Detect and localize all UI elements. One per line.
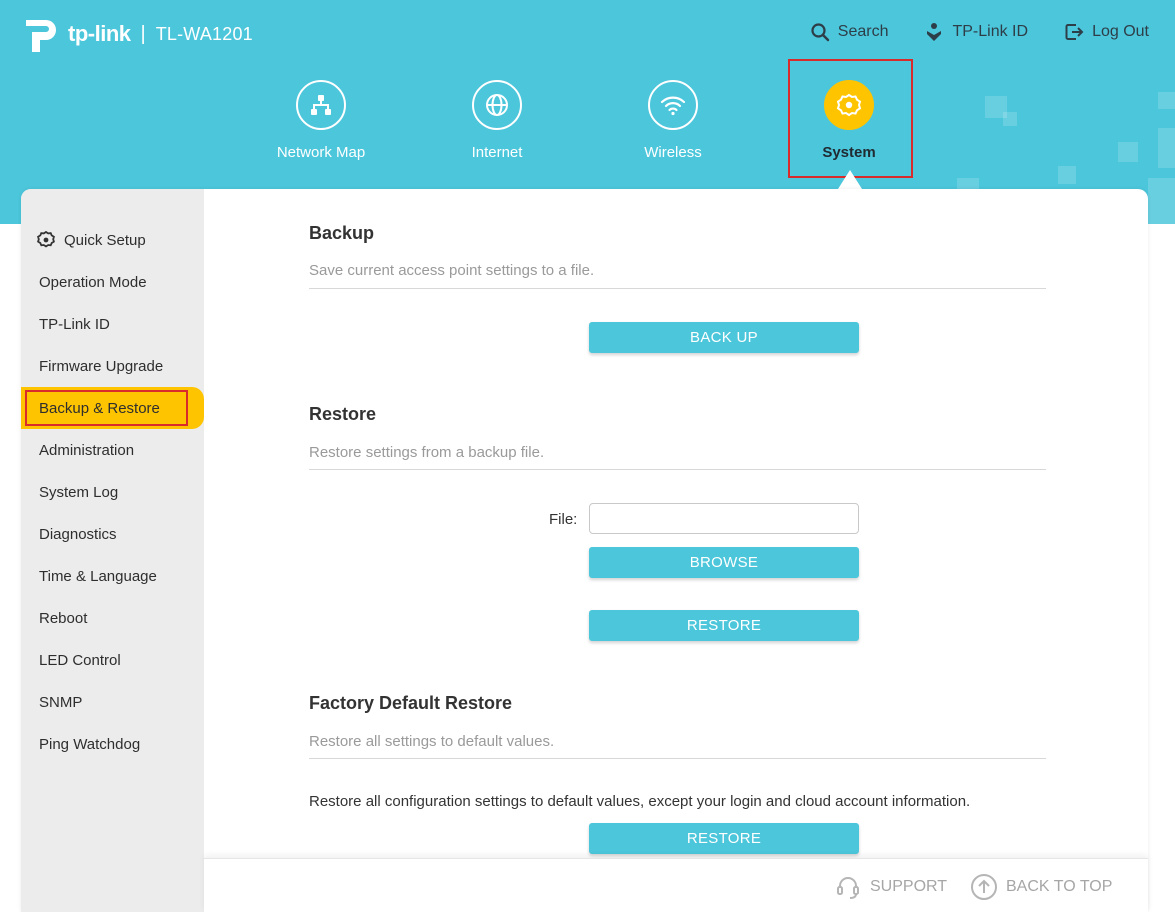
sidebar-item-label: Firmware Upgrade [39, 357, 164, 375]
sidebar-item-label: SNMP [39, 693, 83, 711]
sidebar-item-quick-setup[interactable]: Quick Setup [21, 219, 204, 261]
sidebar-item-label: Administration [39, 441, 135, 459]
model-name: TL-WA1201 [155, 23, 253, 44]
search-link[interactable]: Search [810, 22, 889, 42]
active-item-highlight [25, 390, 188, 426]
sidebar-item-label: Reboot [39, 609, 88, 627]
factory-restore-note: Restore all configuration settings to de… [309, 793, 971, 810]
nav-label-wireless: Wireless [644, 144, 702, 161]
factory-restore-description: Restore all settings to default values. [309, 733, 555, 750]
sidebar-item-label: Diagnostics [39, 525, 117, 543]
brand-name: tp-link [68, 21, 131, 46]
tplink-id-icon [927, 23, 942, 41]
search-label: Search [837, 23, 889, 40]
backup-title: Backup [309, 223, 375, 243]
sidebar-item-label: Time & Language [39, 567, 157, 585]
tplink-id-link[interactable]: TP-Link ID [924, 22, 1028, 42]
sidebar-item-label: TP-Link ID [39, 315, 110, 333]
sidebar-item-ping-watchdog[interactable]: Ping Watchdog [21, 723, 204, 765]
sidebar-item-snmp[interactable]: SNMP [21, 681, 204, 723]
tplink-logo[interactable]: tp-link | TL-WA1201 [22, 14, 253, 54]
globe-icon [472, 80, 522, 130]
nav-wireless[interactable]: Wireless [613, 80, 733, 161]
sidebar-item-label: LED Control [39, 651, 121, 669]
sidebar-item-tplink-id[interactable]: TP-Link ID [21, 303, 204, 345]
factory-restore-title: Factory Default Restore [309, 693, 513, 713]
back-to-top-link[interactable]: BACK TO TOP [970, 873, 1112, 901]
sidebar-item-label: Quick Setup [64, 231, 146, 249]
back-to-top-label: BACK TO TOP [1006, 878, 1113, 895]
sidebar-item-time-language[interactable]: Time & Language [21, 555, 204, 597]
sidebar-item-operation-mode[interactable]: Operation Mode [21, 261, 204, 303]
support-link[interactable]: SUPPORT [834, 873, 947, 901]
section-divider [309, 469, 1046, 470]
gear-icon [37, 230, 55, 248]
support-label: SUPPORT [870, 878, 948, 895]
back-up-button[interactable]: BACK UP [589, 322, 859, 353]
nav-network-map[interactable]: Network Map [261, 80, 381, 161]
nav-internet[interactable]: Internet [437, 80, 557, 161]
wifi-icon [648, 80, 698, 130]
search-icon [811, 23, 829, 42]
factory-restore-button[interactable]: RESTORE [589, 823, 859, 854]
sidebar-item-firmware-upgrade[interactable]: Firmware Upgrade [21, 345, 204, 387]
sidebar-item-diagnostics[interactable]: Diagnostics [21, 513, 204, 555]
sidebar: Quick Setup Operation Mode TP-Link ID Fi… [21, 189, 204, 912]
logout-label: Log Out [1092, 23, 1149, 40]
browse-button[interactable]: BROWSE [589, 547, 859, 578]
network-map-icon [296, 80, 346, 130]
main-card: Quick Setup Operation Mode TP-Link ID Fi… [21, 189, 1148, 912]
section-divider [309, 758, 1046, 759]
decor-square [1148, 178, 1175, 224]
restore-button[interactable]: RESTORE [589, 610, 859, 641]
nav-label-internet: Internet [471, 144, 523, 161]
sidebar-item-backup-restore[interactable]: Backup & Restore [21, 387, 204, 429]
nav-label-network-map: Network Map [276, 144, 366, 161]
file-label: File: [549, 511, 578, 528]
sidebar-item-reboot[interactable]: Reboot [21, 597, 204, 639]
sidebar-item-led-control[interactable]: LED Control [21, 639, 204, 681]
tplink-logo-icon [26, 20, 56, 52]
logout-link[interactable]: Log Out [1064, 22, 1149, 42]
sidebar-item-system-log[interactable]: System Log [21, 471, 204, 513]
sidebar-item-label: Ping Watchdog [39, 735, 141, 753]
sidebar-item-label: Operation Mode [39, 273, 147, 291]
section-divider [309, 288, 1046, 289]
top-links: Search TP-Link ID Log Out [810, 22, 1149, 42]
sidebar-item-administration[interactable]: Administration [21, 429, 204, 471]
main-nav: Network Map Internet Wireless System [0, 80, 1175, 170]
tplink-id-label: TP-Link ID [952, 23, 1029, 40]
logout-icon [1065, 24, 1084, 40]
active-tab-highlight [788, 59, 913, 178]
restore-title: Restore [309, 404, 377, 424]
restore-description: Restore settings from a backup file. [309, 444, 545, 461]
sidebar-item-label: System Log [39, 483, 119, 501]
active-tab-caret [838, 170, 862, 189]
brand-separator: | [140, 22, 146, 45]
footer: SUPPORT BACK TO TOP [204, 858, 1148, 912]
file-path-input[interactable] [589, 503, 859, 534]
backup-description: Save current access point settings to a … [309, 262, 595, 279]
headset-icon [837, 877, 859, 899]
arrow-up-circle-icon [971, 874, 997, 900]
